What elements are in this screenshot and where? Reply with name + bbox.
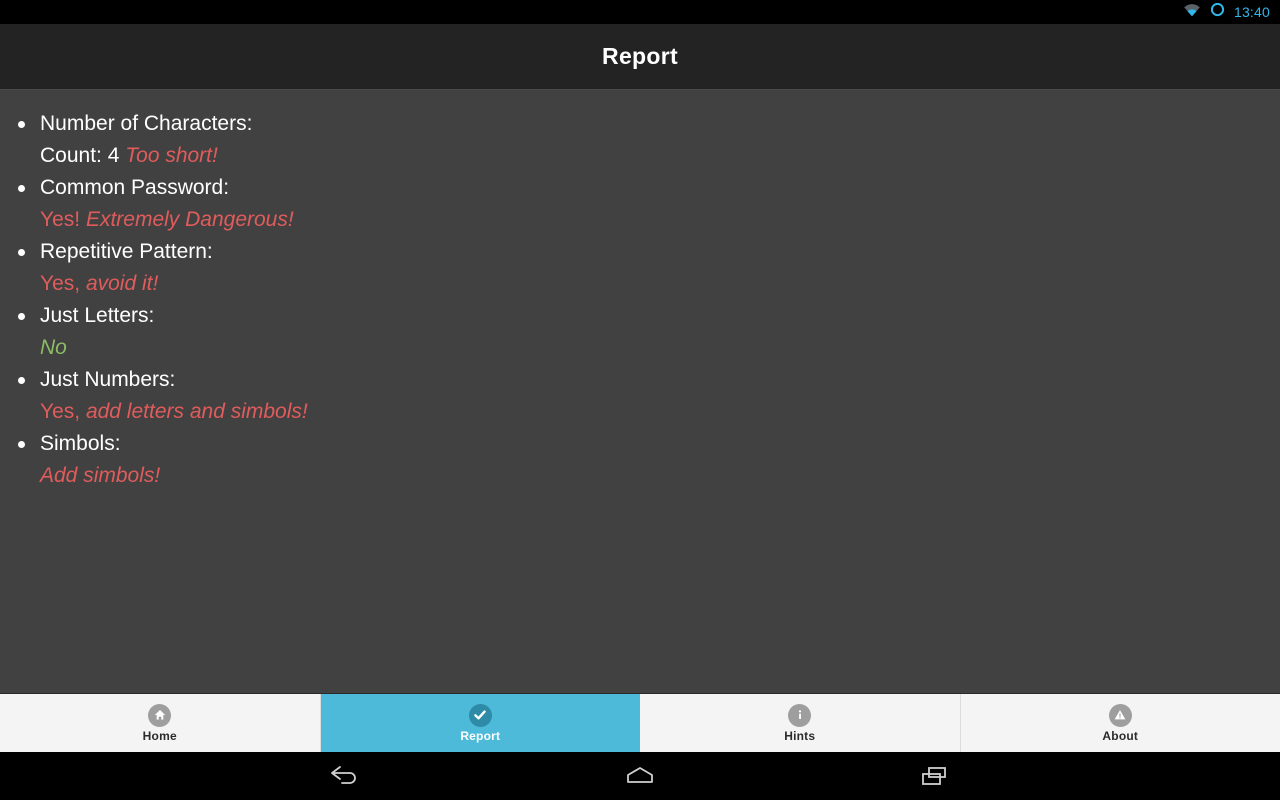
status-clock: 13:40 (1233, 4, 1270, 20)
list-item: Just Numbers: Yes, add letters and simbo… (0, 364, 1280, 428)
report-value-emphasis: avoid it! (85, 272, 159, 295)
report-value-prefix: Yes! (40, 208, 86, 231)
report-item-label: Simbols: (40, 432, 121, 455)
bullet-icon (18, 313, 25, 320)
page-title: Report (602, 43, 678, 69)
report-item-label: Common Password: (40, 176, 230, 199)
report-value-prefix: Yes, (40, 400, 86, 423)
tab-hints[interactable]: Hints (640, 694, 961, 752)
report-item-label: Just Numbers: (40, 368, 176, 391)
check-icon (468, 703, 492, 727)
tab-report-label: Report (460, 728, 501, 743)
bottom-tab-bar: Home Report Hints About (0, 693, 1280, 752)
bullet-icon (18, 249, 25, 256)
bullet-icon (18, 185, 25, 192)
tab-hints-label: Hints (784, 728, 816, 743)
report-item-value: Yes! Extremely Dangerous! (40, 204, 1280, 236)
report-value-prefix: Count: 4 (40, 144, 126, 167)
sync-circle-icon (1210, 2, 1225, 22)
list-item: Number of Characters: Count: 4 Too short… (0, 108, 1280, 172)
report-item-label: Repetitive Pattern: (40, 240, 213, 263)
info-icon (788, 703, 812, 727)
tab-home-label: Home (142, 728, 177, 743)
report-list: Number of Characters: Count: 4 Too short… (0, 108, 1280, 492)
report-value-emphasis: Too short! (125, 144, 218, 167)
tab-report[interactable]: Report (320, 694, 640, 752)
home-icon[interactable] (620, 756, 660, 796)
list-item: Simbols: Add simbols! (0, 428, 1280, 492)
report-item-value: Count: 4 Too short! (40, 140, 1280, 172)
app-header: Report (0, 24, 1280, 90)
home-icon (148, 703, 172, 727)
wifi-icon (1183, 3, 1201, 22)
warning-icon (1108, 703, 1132, 727)
tab-about-label: About (1102, 728, 1139, 743)
report-value-emphasis: No (40, 336, 67, 359)
back-icon[interactable] (325, 756, 365, 796)
list-item: Common Password: Yes! Extremely Dangerou… (0, 172, 1280, 236)
report-value-emphasis: Extremely Dangerous! (85, 208, 294, 231)
android-status-bar: 13:40 (0, 0, 1280, 24)
tab-about[interactable]: About (961, 694, 1280, 752)
report-item-value: Yes, add letters and simbols! (40, 396, 1280, 428)
bullet-icon (18, 121, 25, 128)
android-nav-bar (0, 752, 1280, 800)
recents-icon[interactable] (915, 756, 955, 796)
tab-home[interactable]: Home (0, 694, 321, 752)
report-content: Number of Characters: Count: 4 Too short… (0, 90, 1280, 693)
report-item-value: No (40, 332, 1280, 364)
list-item: Repetitive Pattern: Yes, avoid it! (0, 236, 1280, 300)
bullet-icon (18, 441, 25, 448)
report-value-emphasis: Add simbols! (40, 464, 161, 487)
status-icon-group: 13:40 (1183, 2, 1270, 22)
bullet-icon (18, 377, 25, 384)
report-item-label: Number of Characters: (40, 112, 253, 135)
report-value-prefix: Yes, (40, 272, 86, 295)
report-item-value: Yes, avoid it! (40, 268, 1280, 300)
report-value-emphasis: add letters and simbols! (85, 400, 308, 423)
report-item-value: Add simbols! (40, 460, 1280, 492)
list-item: Just Letters: No (0, 300, 1280, 364)
report-item-label: Just Letters: (40, 304, 155, 327)
